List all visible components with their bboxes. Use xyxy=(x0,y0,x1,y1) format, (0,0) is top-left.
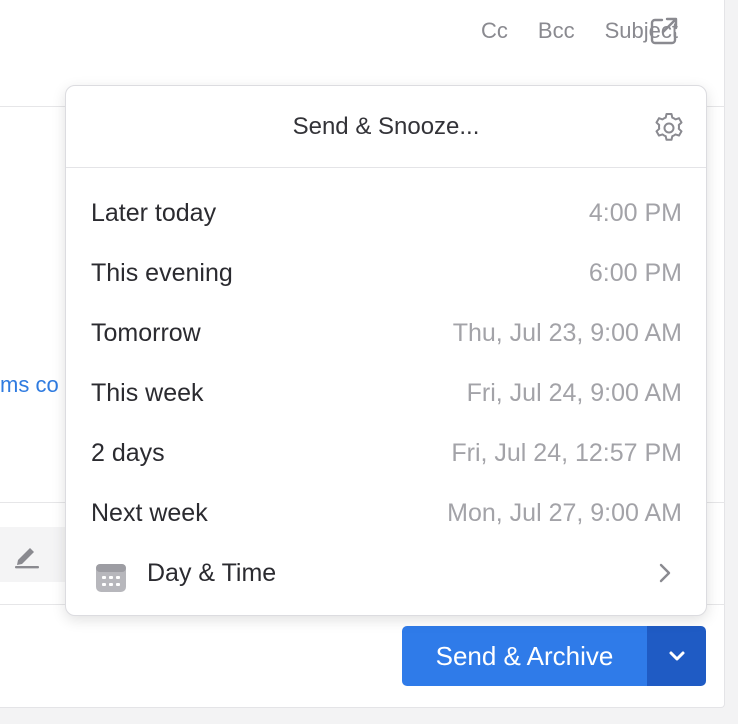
snooze-option-tomorrow[interactable]: Tomorrow Thu, Jul 23, 9:00 AM xyxy=(66,303,706,363)
snooze-option-later-today[interactable]: Later today 4:00 PM xyxy=(66,183,706,243)
option-label: This week xyxy=(91,378,204,407)
option-label: Next week xyxy=(91,498,208,527)
gear-icon[interactable] xyxy=(652,111,686,145)
snooze-option-day-time[interactable]: Day & Time xyxy=(66,543,706,603)
option-time: 4:00 PM xyxy=(588,198,682,227)
send-archive-button[interactable]: Send & Archive xyxy=(402,626,647,686)
option-time: Fri, Jul 24, 12:57 PM xyxy=(451,438,682,467)
snooze-option-this-week[interactable]: This week Fri, Jul 24, 9:00 AM xyxy=(66,363,706,423)
popout-window-icon[interactable] xyxy=(649,16,679,46)
cc-link[interactable]: Cc xyxy=(481,18,508,44)
snooze-option-next-week[interactable]: Next week Mon, Jul 27, 9:00 AM xyxy=(66,483,706,543)
day-time-label: Day & Time xyxy=(147,559,277,587)
snooze-option-this-evening[interactable]: This evening 6:00 PM xyxy=(66,243,706,303)
option-time: Mon, Jul 27, 9:00 AM xyxy=(447,498,682,527)
chevron-right-icon xyxy=(659,563,671,583)
send-snooze-popover: Send & Snooze... Later today 4:00 PM Thi… xyxy=(65,85,707,616)
option-label: 2 days xyxy=(91,438,165,467)
snooze-option-2-days[interactable]: 2 days Fri, Jul 24, 12:57 PM xyxy=(66,423,706,483)
option-label: Tomorrow xyxy=(91,318,201,347)
bcc-link[interactable]: Bcc xyxy=(538,18,575,44)
body-link-text[interactable]: ms co xyxy=(0,372,59,398)
option-time: Fri, Jul 24, 9:00 AM xyxy=(466,378,682,407)
option-label: This evening xyxy=(91,258,233,287)
option-label: Later today xyxy=(91,198,217,227)
pen-icon[interactable] xyxy=(12,540,42,570)
send-options-dropdown-button[interactable] xyxy=(647,626,706,686)
popover-title: Send & Snooze... xyxy=(66,86,706,168)
option-time: 6:00 PM xyxy=(588,258,682,287)
chevron-down-icon xyxy=(669,651,684,661)
option-time: Thu, Jul 23, 9:00 AM xyxy=(452,318,682,347)
calendar-icon xyxy=(96,564,126,592)
